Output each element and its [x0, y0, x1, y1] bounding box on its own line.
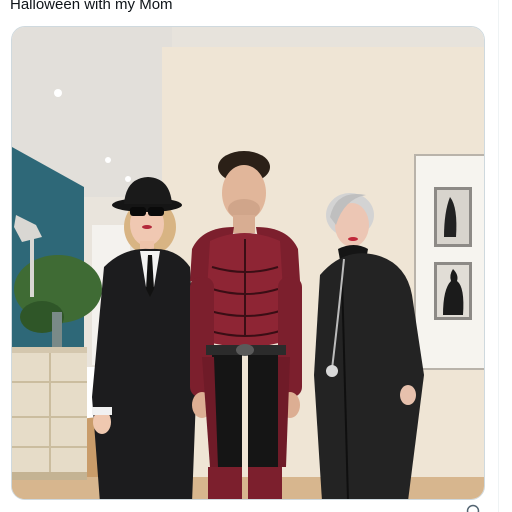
photo-illustration	[12, 27, 484, 499]
circle-icon[interactable]	[466, 504, 480, 512]
post-media-photo[interactable]	[11, 26, 485, 500]
tweet-post: Halloween with my Mom	[0, 0, 512, 512]
column-divider	[498, 0, 499, 512]
post-caption: Halloween with my Mom	[10, 0, 173, 13]
